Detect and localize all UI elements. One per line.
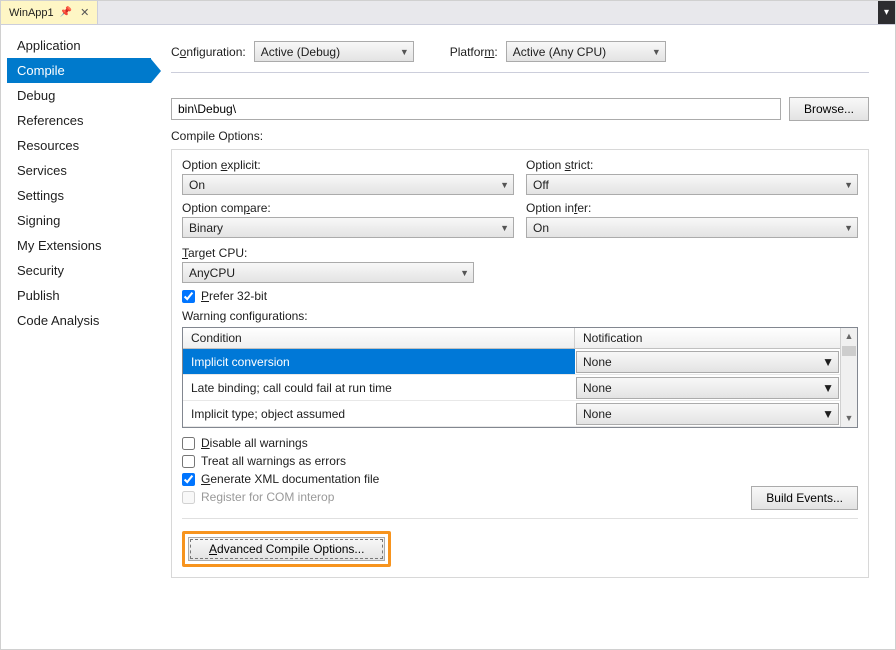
sidebar-item-security[interactable]: Security <box>7 258 151 283</box>
configuration-label: Configuration: <box>171 45 246 59</box>
sidebar-item-settings[interactable]: Settings <box>7 183 151 208</box>
treat-as-errors-checkbox[interactable] <box>182 455 195 468</box>
sidebar-item-resources[interactable]: Resources <box>7 133 151 158</box>
chevron-down-icon: ▼ <box>500 223 509 233</box>
browse-button[interactable]: Browse... <box>789 97 869 121</box>
table-row[interactable]: Implicit type; object assumed None▼ <box>183 401 840 427</box>
treat-as-errors-label: Treat all warnings as errors <box>201 454 346 468</box>
chevron-down-icon: ▼ <box>822 355 834 369</box>
generate-xml-label: Generate XML documentation file <box>201 472 379 486</box>
document-tab[interactable]: WinApp1 📌 ✕ <box>1 1 98 24</box>
option-explicit-combo[interactable]: On▼ <box>182 174 514 195</box>
disable-warnings-checkbox[interactable] <box>182 437 195 450</box>
chevron-down-icon: ▼ <box>822 407 834 421</box>
table-row[interactable]: Implicit conversion None▼ <box>183 349 840 375</box>
option-infer-label: Option infer: <box>526 201 858 215</box>
table-row[interactable]: Late binding; call could fail at run tim… <box>183 375 840 401</box>
platform-label: Platform: <box>450 45 498 59</box>
generate-xml-checkbox[interactable] <box>182 473 195 486</box>
divider <box>171 72 869 73</box>
target-cpu-combo[interactable]: AnyCPU▼ <box>182 262 474 283</box>
close-icon[interactable]: ✕ <box>78 6 91 19</box>
sidebar-item-services[interactable]: Services <box>7 158 151 183</box>
configuration-combo[interactable]: Active (Debug)▼ <box>254 41 414 62</box>
compile-options-title: Compile Options: <box>171 129 869 143</box>
table-header: Condition Notification <box>183 328 857 349</box>
notification-combo[interactable]: None▼ <box>576 351 839 373</box>
compile-page: Configuration: Active (Debug)▼ Platform:… <box>151 25 895 649</box>
warning-config-table[interactable]: Condition Notification Implicit conversi… <box>182 327 858 428</box>
output-path-input[interactable] <box>171 98 781 120</box>
scroll-down-icon[interactable]: ▼ <box>841 410 857 427</box>
highlight-annotation: Advanced Compile Options... <box>182 531 391 567</box>
property-page-sidebar: Application Compile Debug References Res… <box>1 25 151 649</box>
option-compare-combo[interactable]: Binary▼ <box>182 217 514 238</box>
disable-warnings-label: Disable all warnings <box>201 436 308 450</box>
scroll-up-icon[interactable]: ▲ <box>841 328 857 345</box>
option-explicit-label: Option explicit: <box>182 158 514 172</box>
notification-combo[interactable]: None▼ <box>576 403 839 425</box>
divider <box>182 518 858 519</box>
register-com-checkbox <box>182 491 195 504</box>
prefer-32bit-label: Prefer 32-bit <box>201 289 267 303</box>
sidebar-item-my-extensions[interactable]: My Extensions <box>7 233 151 258</box>
chevron-down-icon: ▼ <box>652 47 661 57</box>
target-cpu-label: Target CPU: <box>182 246 858 260</box>
option-strict-combo[interactable]: Off▼ <box>526 174 858 195</box>
sidebar-item-references[interactable]: References <box>7 108 151 133</box>
sidebar-item-compile[interactable]: Compile <box>7 58 151 83</box>
chevron-down-icon: ▼ <box>844 223 853 233</box>
compile-options-panel: Option explicit: On▼ Option strict: Off▼… <box>171 149 869 578</box>
col-condition[interactable]: Condition <box>183 328 575 348</box>
tab-overflow-dropdown[interactable]: ▾ <box>878 1 895 24</box>
col-notification[interactable]: Notification <box>575 328 857 348</box>
option-strict-label: Option strict: <box>526 158 858 172</box>
advanced-compile-options-button[interactable]: Advanced Compile Options... <box>188 537 385 561</box>
chevron-down-icon: ▼ <box>460 268 469 278</box>
chevron-down-icon: ▼ <box>400 47 409 57</box>
chevron-down-icon: ▼ <box>500 180 509 190</box>
sidebar-item-debug[interactable]: Debug <box>7 83 151 108</box>
prefer-32bit-checkbox[interactable] <box>182 290 195 303</box>
build-events-button[interactable]: Build Events... <box>751 486 858 510</box>
chevron-down-icon: ▼ <box>822 381 834 395</box>
pin-icon[interactable]: 📌 <box>60 7 72 18</box>
sidebar-item-publish[interactable]: Publish <box>7 283 151 308</box>
sidebar-item-signing[interactable]: Signing <box>7 208 151 233</box>
notification-combo[interactable]: None▼ <box>576 377 839 399</box>
tab-title: WinApp1 <box>9 7 54 19</box>
platform-combo[interactable]: Active (Any CPU)▼ <box>506 41 666 62</box>
sidebar-item-application[interactable]: Application <box>7 33 151 58</box>
chevron-down-icon: ▼ <box>844 180 853 190</box>
register-com-label: Register for COM interop <box>201 490 334 504</box>
scrollbar[interactable]: ▲ ▼ <box>840 328 857 427</box>
warning-config-label: Warning configurations: <box>182 309 858 323</box>
sidebar-item-code-analysis[interactable]: Code Analysis <box>7 308 151 333</box>
option-infer-combo[interactable]: On▼ <box>526 217 858 238</box>
tab-bar: WinApp1 📌 ✕ ▾ <box>1 1 895 25</box>
option-compare-label: Option compare: <box>182 201 514 215</box>
